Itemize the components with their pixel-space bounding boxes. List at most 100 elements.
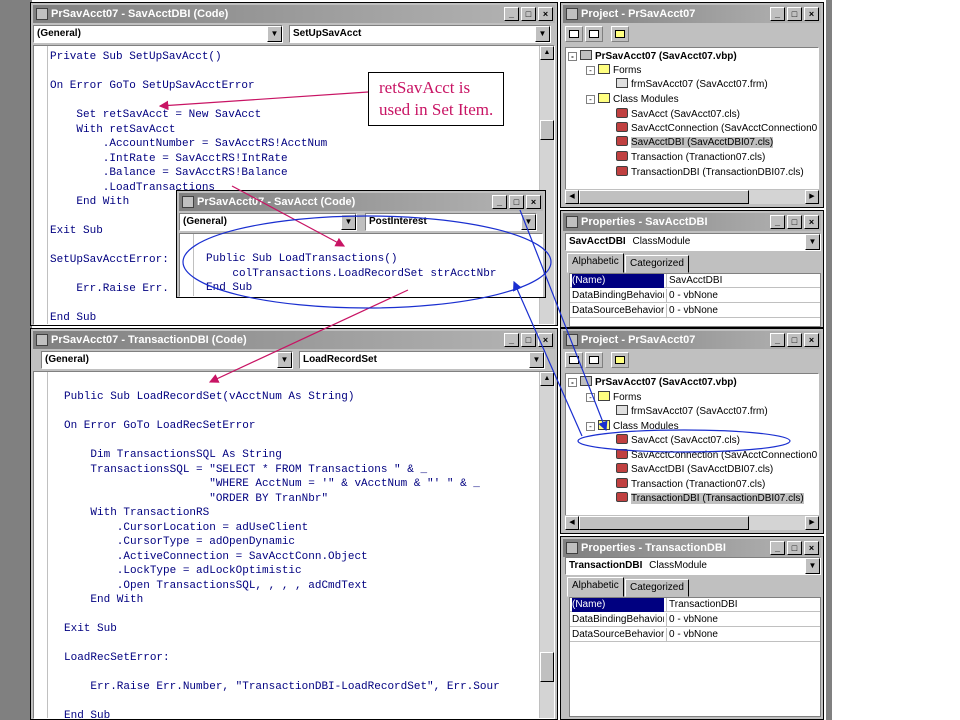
chevron-down-icon[interactable]: ▼ (341, 214, 356, 230)
properties-grid[interactable]: (Name) TransactionDBI DataBindingBehavior… (569, 597, 821, 717)
tab-alphabetic[interactable]: Alphabetic (567, 577, 624, 597)
tree-node-class[interactable]: SavAcctConnection (SavAcctConnection0 (616, 449, 817, 463)
object-selector[interactable]: SavAcctDBI ClassModule ▼ (565, 233, 821, 251)
code-line[interactable] (64, 608, 500, 623)
code-editor[interactable]: Public Sub LoadTransactions() colTransac… (179, 233, 543, 297)
tree-node-class[interactable]: SavAcctDBI (SavAcctDBI07.cls) (616, 463, 773, 477)
maximize-button[interactable]: □ (787, 333, 802, 347)
maximize-button[interactable]: □ (521, 333, 536, 347)
collapse-icon[interactable]: - (568, 52, 577, 61)
code-line[interactable] (64, 695, 500, 710)
code-editor[interactable]: Public Sub LoadRecordSet(vAcctNum As Str… (33, 371, 555, 719)
project-explorer-1[interactable]: Project - PrSavAcct07 _ □ × - PrSavAcct07… (560, 2, 824, 208)
collapse-icon[interactable]: - (586, 393, 595, 402)
property-row[interactable]: DataBindingBehavior 0 - vbNone (570, 289, 820, 303)
code-line[interactable]: Exit Sub (64, 622, 500, 637)
tree-node-class[interactable]: Transaction (Tranaction07.cls) (616, 478, 765, 492)
scroll-thumb[interactable] (540, 120, 554, 140)
close-button[interactable]: × (538, 333, 553, 347)
code-line[interactable]: colTransactions.LoadRecordSet strAcctNbr (206, 267, 496, 282)
code-line[interactable]: .Balance = SavAcctRS!Balance (50, 166, 327, 181)
maximize-button[interactable]: □ (787, 7, 802, 21)
collapse-icon[interactable]: - (586, 95, 595, 104)
close-button[interactable]: × (538, 7, 553, 21)
tree-node-forms-folder[interactable]: - Forms (586, 391, 641, 405)
property-row[interactable]: DataBindingBehavior 0 - vbNone (570, 613, 820, 627)
code-line[interactable]: Public Sub LoadRecordSet(vAcctNum As Str… (64, 390, 500, 405)
code-line[interactable]: .IntRate = SavAcctRS!IntRate (50, 152, 327, 167)
scroll-left-icon[interactable]: ◀ (565, 516, 579, 530)
view-object-button[interactable] (585, 26, 603, 42)
code-line[interactable]: End Sub (64, 709, 500, 718)
code-window-savacctdbi-titlebar[interactable]: PrSavAcct07 - SavAcctDBI (Code) _ □ × (33, 5, 555, 23)
project-explorer-1-titlebar[interactable]: Project - PrSavAcct07 _ □ × (563, 5, 821, 23)
code-line[interactable]: .LockType = adLockOptimistic (64, 564, 500, 579)
tree-node-form[interactable]: frmSavAcct07 (SavAcct07.frm) (616, 78, 768, 92)
procedure-combo[interactable]: PostInterest ▼ (365, 213, 537, 231)
code-line[interactable]: End Sub (206, 281, 496, 296)
code-line[interactable]: TransactionsSQL = "SELECT * FROM Transac… (64, 463, 500, 478)
tree-node-class-selected[interactable]: TransactionDBI (TransactionDBI07.cls) (616, 492, 804, 506)
code-line[interactable]: Private Sub SetUpSavAcct() (50, 50, 327, 65)
code-window-transactiondbi-titlebar[interactable]: PrSavAcct07 - TransactionDBI (Code) _ □ … (33, 331, 555, 349)
project-explorer-2-titlebar[interactable]: Project - PrSavAcct07 _ □ × (563, 331, 821, 349)
tree-node-class[interactable]: SavAcct (SavAcct07.cls) (616, 108, 740, 122)
property-row[interactable]: (Name) SavAcctDBI (570, 274, 820, 288)
horizontal-scrollbar[interactable]: ◀ ▶ (565, 189, 819, 204)
horizontal-scrollbar[interactable]: ◀ ▶ (565, 515, 819, 530)
code-text[interactable]: Public Sub LoadTransactions() colTransac… (206, 252, 496, 296)
procedure-combo[interactable]: LoadRecordSet ▼ (299, 351, 545, 369)
code-line[interactable]: With TransactionRS (64, 506, 500, 521)
vertical-scrollbar[interactable]: ▲ (539, 372, 554, 718)
code-line[interactable]: Set retSavAcct = New SavAcct (50, 108, 327, 123)
property-row[interactable]: DataSourceBehavior 0 - vbNone (570, 304, 820, 318)
collapse-icon[interactable]: - (586, 66, 595, 75)
close-button[interactable]: × (804, 333, 819, 347)
tree-node-class[interactable]: SavAcctConnection (SavAcctConnection0 (616, 122, 817, 136)
project-tree[interactable]: - PrSavAcct07 (SavAcct07.vbp) - Forms frmS… (565, 373, 819, 517)
code-line[interactable] (64, 405, 500, 420)
code-line[interactable]: End With (64, 593, 500, 608)
object-combo[interactable]: (General) ▼ (41, 351, 293, 369)
properties-grid[interactable]: (Name) SavAcctDBI DataBindingBehavior 0 - … (569, 273, 821, 327)
scroll-up-icon[interactable]: ▲ (540, 46, 554, 60)
minimize-button[interactable]: _ (770, 7, 785, 21)
chevron-down-icon[interactable]: ▼ (277, 352, 292, 368)
maximize-button[interactable]: □ (787, 215, 802, 229)
scroll-up-icon[interactable]: ▲ (540, 372, 554, 386)
code-line[interactable] (50, 65, 327, 80)
code-text[interactable]: Public Sub LoadRecordSet(vAcctNum As Str… (64, 390, 500, 718)
code-line[interactable] (50, 94, 327, 109)
properties-window-2-titlebar[interactable]: Properties - TransactionDBI _ □ × (563, 539, 821, 557)
scroll-thumb[interactable] (579, 190, 749, 204)
minimize-button[interactable]: _ (492, 195, 507, 209)
scroll-thumb[interactable] (579, 516, 749, 530)
property-row[interactable]: DataSourceBehavior 0 - vbNone (570, 628, 820, 642)
scroll-right-icon[interactable]: ▶ (805, 516, 819, 530)
code-line[interactable]: "ORDER BY TranNbr" (64, 492, 500, 507)
chevron-down-icon[interactable]: ▼ (805, 558, 820, 574)
code-line[interactable] (50, 297, 327, 312)
project-explorer-2[interactable]: Project - PrSavAcct07 _ □ × - PrSavAcct07… (560, 328, 824, 534)
tree-node-project[interactable]: - PrSavAcct07 (SavAcct07.vbp) (568, 376, 737, 390)
minimize-button[interactable]: _ (770, 333, 785, 347)
chevron-down-icon[interactable]: ▼ (535, 26, 550, 42)
tree-node-class[interactable]: SavAcct (SavAcct07.cls) (616, 434, 740, 448)
toggle-folders-button[interactable] (611, 352, 629, 368)
chevron-down-icon[interactable]: ▼ (805, 234, 820, 250)
tree-node-class[interactable]: TransactionDBI (TransactionDBI07.cls) (616, 166, 804, 180)
tree-node-class-selected[interactable]: SavAcctDBI (SavAcctDBI07.cls) (616, 136, 774, 150)
tree-node-forms-folder[interactable]: - Forms (586, 64, 641, 78)
tab-alphabetic[interactable]: Alphabetic (567, 253, 624, 273)
code-line[interactable] (64, 434, 500, 449)
chevron-down-icon[interactable]: ▼ (267, 26, 282, 42)
procedure-combo[interactable]: SetUpSavAcct ▼ (289, 25, 551, 43)
toggle-folders-button[interactable] (611, 26, 629, 42)
minimize-button[interactable]: _ (770, 541, 785, 555)
code-line[interactable] (64, 666, 500, 681)
object-combo[interactable]: (General) ▼ (33, 25, 283, 43)
collapse-icon[interactable]: - (568, 378, 577, 387)
code-line[interactable]: On Error GoTo LoadRecSetError (64, 419, 500, 434)
scroll-left-icon[interactable]: ◀ (565, 190, 579, 204)
view-code-button[interactable] (565, 26, 583, 42)
